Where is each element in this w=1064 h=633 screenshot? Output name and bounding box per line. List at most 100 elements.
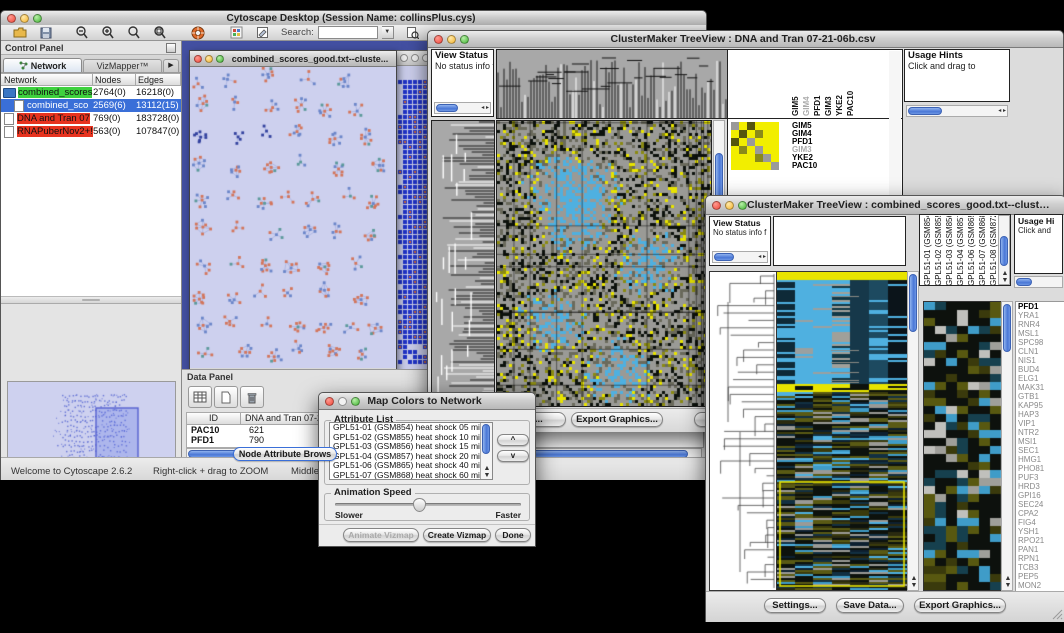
matrix-cell[interactable] (731, 122, 739, 130)
gene-label[interactable]: HMG1 (1016, 455, 1064, 464)
zoom-selected-icon[interactable] (149, 23, 171, 42)
close-button[interactable] (712, 201, 721, 210)
gene-label[interactable]: SEC1 (1016, 446, 1064, 455)
tv1-status-hscrollbar[interactable]: ◂ ▸ (434, 102, 491, 114)
gene-label[interactable]: SEC24 (1016, 500, 1064, 509)
help-lifesaver-icon[interactable] (187, 23, 209, 42)
gene-label[interactable]: MSI1 (1016, 437, 1064, 446)
col-header-edges[interactable]: Edges (136, 73, 181, 86)
network-tree-row[interactable]: combined_sco2569(6)13112(15) (1, 99, 181, 112)
tab-network[interactable]: Network (3, 58, 82, 72)
gene-label[interactable]: MON2 (1016, 581, 1064, 590)
matrix-cell[interactable] (755, 154, 763, 162)
tv1-similarity-matrix[interactable] (731, 122, 779, 170)
tv1-row-dendrogram[interactable] (431, 120, 495, 407)
minimize-button[interactable] (411, 54, 419, 62)
minimize-button[interactable] (725, 201, 734, 210)
create-attribute-button[interactable] (214, 386, 238, 408)
gene-label[interactable]: MSL1 (1016, 329, 1064, 338)
matrix-cell[interactable] (763, 162, 771, 170)
matrix-cell[interactable] (731, 138, 739, 146)
minimize-button[interactable] (447, 35, 456, 44)
delete-attribute-button[interactable] (240, 386, 264, 408)
gene-label[interactable]: GPI16 (1016, 491, 1064, 500)
attribute-listbox[interactable]: GPL51-01 (GSM854) heat shock 05 minGPL51… (329, 422, 493, 480)
tv1-usage-hscrollbar[interactable]: ◂ ▸ (906, 105, 1008, 117)
network-view-window[interactable]: combined_scores_good.txt--cluste... (189, 50, 397, 369)
matrix-cell[interactable] (755, 130, 763, 138)
tv1-heatmap-canvas[interactable] (496, 120, 712, 407)
zoom-out-icon[interactable] (71, 23, 93, 42)
panel-split-handle[interactable] (1, 297, 181, 304)
gene-label[interactable]: KAP95 (1016, 401, 1064, 410)
zoom-button[interactable] (33, 14, 42, 23)
move-down-button[interactable]: v (497, 450, 529, 462)
matrix-cell[interactable] (763, 138, 771, 146)
float-panel-icon[interactable] (166, 43, 176, 53)
attribute-list-vscrollbar[interactable]: ▲▼ (480, 423, 492, 479)
gene-label[interactable]: PUF3 (1016, 473, 1064, 482)
window-controls[interactable] (1, 14, 42, 23)
save-session-icon[interactable] (35, 23, 57, 42)
open-session-icon[interactable] (9, 23, 31, 42)
matrix-cell[interactable] (739, 146, 747, 154)
gene-label[interactable]: PFD1 (1016, 302, 1064, 311)
matrix-cell[interactable] (763, 122, 771, 130)
tv2-status-hscrollbar[interactable]: ◂ ▸ (712, 251, 768, 263)
matrix-cell[interactable] (731, 146, 739, 154)
zoom-in-icon[interactable] (97, 23, 119, 42)
zoom-fit-icon[interactable] (123, 23, 145, 42)
gene-label[interactable]: RPN1 (1016, 554, 1064, 563)
matrix-cell[interactable] (739, 122, 747, 130)
animate-vizmap-button[interactable]: Animate Vizmap (343, 528, 419, 542)
network-canvas[interactable] (190, 67, 396, 368)
data-col-id[interactable]: ID (187, 413, 241, 425)
tab-vizmapper[interactable]: VizMapper™ (83, 59, 162, 72)
network-tree-row[interactable]: combined_scores2764(0)16218(0) (1, 86, 181, 99)
tv2-usage-hscrollbar[interactable] (1014, 276, 1063, 288)
gene-label[interactable]: VIP1 (1016, 419, 1064, 428)
export-graphics-button[interactable]: Export Graphics... (571, 412, 663, 427)
attribute-select-button[interactable] (188, 386, 212, 408)
tv2-row-dendrogram[interactable] (709, 271, 777, 591)
matrix-cell[interactable] (771, 154, 779, 162)
col-header-network[interactable]: Network (1, 73, 93, 86)
vizmapper-palette-icon[interactable] (225, 23, 247, 42)
tv2-vscrollbar[interactable]: ▲▼ (907, 271, 919, 591)
gene-label[interactable]: HAP3 (1016, 410, 1064, 419)
tv2-heatmap-canvas[interactable] (776, 271, 908, 591)
matrix-cell[interactable] (755, 146, 763, 154)
matrix-cell[interactable] (747, 146, 755, 154)
gene-label[interactable]: RPO21 (1016, 536, 1064, 545)
matrix-cell[interactable] (755, 138, 763, 146)
close-button[interactable] (7, 14, 16, 23)
gene-label[interactable]: BUD4 (1016, 365, 1064, 374)
minimize-button[interactable] (338, 397, 347, 406)
matrix-cell[interactable] (763, 130, 771, 138)
node-attribute-browser-button[interactable]: Node Attribute Brows (233, 447, 337, 461)
tab-overflow-arrow[interactable]: ▶ (163, 59, 179, 72)
tv2-gene-list[interactable]: PFD1YRA1RNR4MSL1SPC98CLN1NIS1BUD4ELG1MAK… (1015, 301, 1064, 593)
matrix-cell[interactable] (771, 146, 779, 154)
gene-label[interactable]: GTB1 (1016, 392, 1064, 401)
tv2-labels-vscrollbar[interactable]: ▲▼ (998, 215, 1010, 285)
matrix-cell[interactable] (747, 154, 755, 162)
tv2-zoom-heatmap-canvas[interactable] (923, 301, 1003, 591)
network-tree-row[interactable]: DNA and Tran 07769(0)183728(0) (1, 112, 181, 125)
tv1-column-dendrogram[interactable] (496, 49, 737, 119)
zoom-button[interactable] (460, 35, 469, 44)
search-input[interactable] (318, 26, 378, 39)
gene-label[interactable]: MAK31 (1016, 383, 1064, 392)
save-data-button[interactable]: Save Data... (836, 598, 904, 613)
attribute-list-item[interactable]: GPL51-07 (GSM868) heat shock 60 min (330, 471, 492, 481)
zoom-button[interactable] (738, 201, 747, 210)
gene-label[interactable]: ELG1 (1016, 374, 1064, 383)
matrix-cell[interactable] (731, 130, 739, 138)
close-button[interactable] (325, 397, 334, 406)
minimize-button[interactable] (20, 14, 29, 23)
col-header-nodes[interactable]: Nodes (93, 73, 136, 86)
matrix-cell[interactable] (739, 162, 747, 170)
matrix-cell[interactable] (771, 162, 779, 170)
settings-button[interactable]: Settings... (764, 598, 826, 613)
done-button[interactable]: Done (495, 528, 531, 542)
